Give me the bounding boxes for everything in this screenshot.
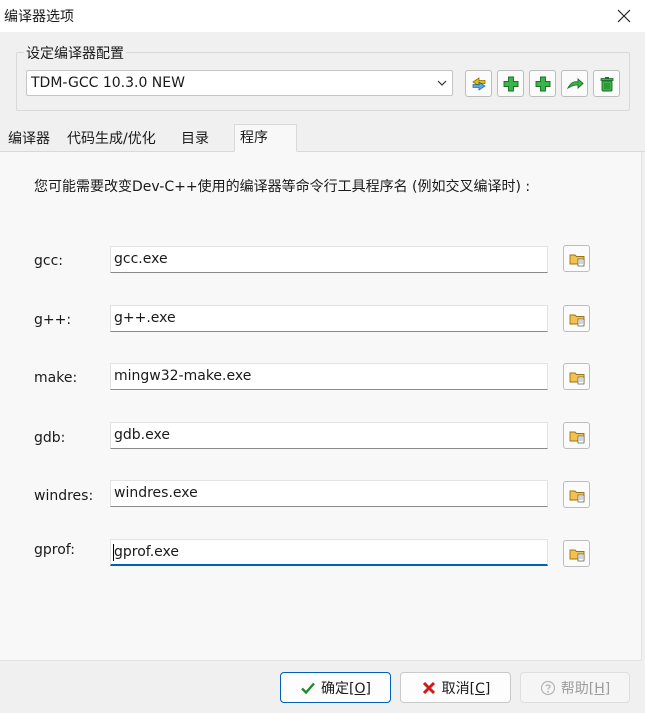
tab-compiler[interactable]: 编译器: [5, 128, 53, 151]
gcc-field[interactable]: gcc.exe: [110, 246, 548, 273]
add-from-folder-icon: [535, 76, 550, 91]
gpp-value: g++.exe: [114, 310, 176, 326]
help-label: 帮助: [560, 680, 589, 697]
windres-field[interactable]: windres.exe: [110, 480, 548, 507]
add-icon: [503, 76, 518, 91]
tab-programs[interactable]: 程序: [234, 124, 297, 152]
cancel-label: 取消: [441, 680, 470, 697]
ok-shortcut: [O]: [349, 680, 371, 697]
tab-directories[interactable]: 目录: [178, 128, 212, 151]
make-browse-button[interactable]: [563, 363, 590, 390]
gdb-browse-button[interactable]: [563, 422, 590, 449]
windres-value: windres.exe: [114, 485, 198, 501]
ok-button[interactable]: 确定[O]: [280, 672, 391, 703]
folder-icon: [569, 549, 584, 561]
gpp-browse-button[interactable]: [563, 305, 590, 332]
ok-label: 确定: [321, 680, 350, 697]
compiler-set-select[interactable]: TDM-GCC 10.3.0 NEW: [26, 70, 453, 96]
help-shortcut: [H]: [588, 680, 611, 697]
gcc-value: gcc.exe: [114, 251, 168, 267]
redetect-icon: [566, 77, 584, 89]
gpp-field[interactable]: g++.exe: [110, 305, 548, 332]
close-button[interactable]: [603, 0, 645, 32]
gprof-value: gprof.exe: [114, 544, 179, 560]
gdb-field[interactable]: gdb.exe: [110, 422, 548, 449]
gdb-value: gdb.exe: [114, 427, 170, 443]
tab-code-generation[interactable]: 代码生成/优化: [64, 128, 159, 151]
gprof-browse-button[interactable]: [563, 540, 590, 567]
help-question-icon: [540, 680, 555, 695]
windres-label: windres:: [34, 488, 94, 504]
make-value: mingw32-make.exe: [114, 368, 252, 384]
compiler-set-value: TDM-GCC 10.3.0 NEW: [31, 75, 185, 91]
chevron-down-icon: [437, 80, 447, 86]
gcc-label: gcc:: [34, 253, 63, 269]
folder-icon: [569, 490, 584, 502]
cancel-shortcut: [C]: [469, 680, 491, 697]
compiler-set-label: 设定编译器配置: [24, 43, 126, 63]
add-compiler-set-from-folder-button[interactable]: [529, 70, 556, 97]
gpp-label: g++:: [34, 312, 72, 328]
programs-description: 您可能需要改变Dev-C++使用的编译器等命令行工具程序名 (例如交叉编译时) …: [34, 179, 531, 195]
rename-compiler-set-button[interactable]: [465, 70, 492, 97]
folder-icon: [569, 372, 584, 384]
cancel-button[interactable]: 取消[C]: [400, 672, 511, 703]
add-compiler-set-button[interactable]: [497, 70, 524, 97]
checkmark-icon: [301, 682, 315, 694]
delete-icon: [600, 76, 613, 91]
folder-icon: [569, 431, 584, 443]
windres-browse-button[interactable]: [563, 481, 590, 508]
gprof-label: gprof:: [34, 542, 75, 558]
cancel-x-icon: [422, 681, 435, 694]
gcc-browse-button[interactable]: [563, 245, 590, 272]
programs-tab-panel: [0, 152, 642, 661]
gdb-label: gdb:: [34, 430, 66, 446]
folder-icon: [569, 254, 584, 266]
make-label: make:: [34, 370, 78, 386]
folder-icon: [569, 314, 584, 326]
redetect-compiler-sets-button[interactable]: [561, 70, 588, 97]
close-icon: [617, 9, 631, 23]
title-bar: 编译器选项: [0, 0, 645, 32]
help-button[interactable]: 帮助[H]: [520, 672, 630, 703]
rename-icon: [471, 76, 486, 91]
make-field[interactable]: mingw32-make.exe: [110, 363, 548, 390]
window-title: 编译器选项: [4, 9, 74, 25]
delete-compiler-set-button[interactable]: [593, 70, 620, 97]
gprof-field[interactable]: gprof.exe: [110, 539, 548, 566]
